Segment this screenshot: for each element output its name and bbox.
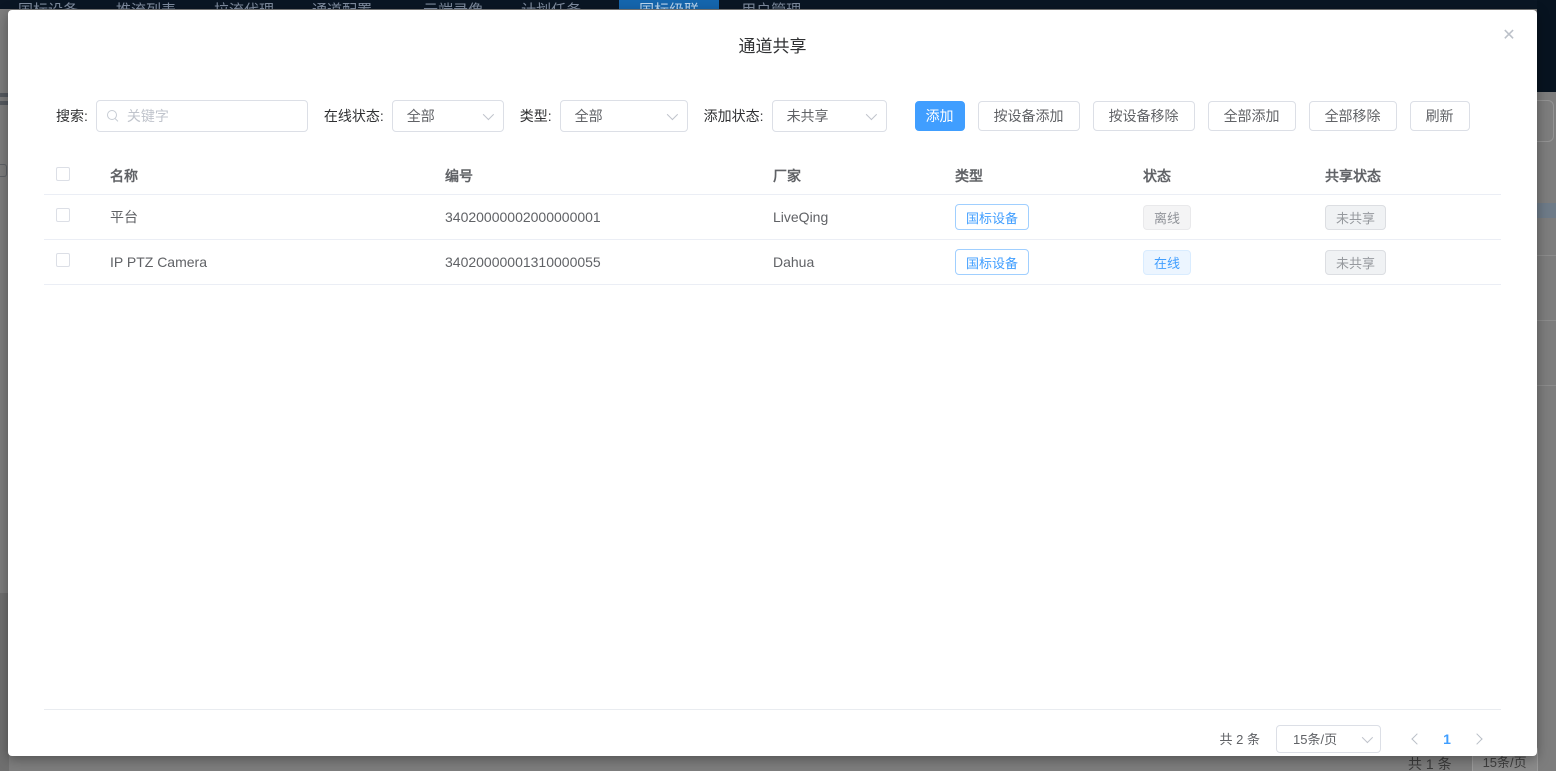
tab-label: 通道配置 [312, 2, 372, 9]
close-icon[interactable]: ✕ [1497, 24, 1521, 48]
row-checkbox[interactable] [56, 253, 70, 267]
search-icon [107, 110, 119, 122]
cell-code: 34020000002000000001 [445, 209, 773, 225]
status-badge: 在线 [1143, 250, 1191, 275]
select-all-checkbox[interactable] [56, 167, 70, 181]
channel-share-dialog: ✕ 通道共享 搜索: 关键字 在线状态: 全部 类型: 全部 添加状态: 未共享… [8, 10, 1537, 756]
underlay-left-marks [0, 93, 8, 109]
search-label: 搜索: [56, 106, 88, 126]
add-all-button[interactable]: 全部添加 [1208, 101, 1296, 131]
tab-gb-cascade-active[interactable]: 国标级联 [619, 0, 719, 9]
chevron-down-icon [666, 109, 677, 120]
add-status-value: 未共享 [787, 106, 829, 126]
row-checkbox[interactable] [56, 208, 70, 222]
cell-name: 平台 [110, 207, 445, 227]
dialog-footer: 共 2 条 15条/页 1 [8, 709, 1537, 756]
column-header-status: 状态 [1143, 166, 1325, 186]
top-nav-bar: 国标设备 推流列表 拉流代理 通道配置 云端录像 计划任务 国标级联 用户管理 [0, 0, 1556, 9]
pagination: 共 2 条 15条/页 1 [8, 710, 1537, 756]
share-status-badge[interactable]: 未共享 [1325, 205, 1386, 230]
cell-vendor: LiveQing [773, 209, 955, 225]
tab-push-list[interactable]: 推流列表 [116, 0, 176, 9]
chevron-right-icon [1471, 733, 1482, 744]
column-header-share-status: 共享状态 [1325, 166, 1501, 186]
underlay-left-box [0, 164, 7, 177]
chevron-down-icon [865, 109, 876, 120]
column-header-type: 类型 [955, 166, 1143, 186]
online-status-select[interactable]: 全部 [392, 100, 504, 132]
refresh-button[interactable]: 刷新 [1410, 101, 1470, 131]
column-header-name: 名称 [110, 166, 445, 186]
underlay-row-line [1537, 255, 1556, 256]
page-size-select[interactable]: 15条/页 [1276, 725, 1381, 753]
total-count: 共 2 条 [1220, 729, 1260, 748]
add-status-select[interactable]: 未共享 [772, 100, 887, 132]
type-badge: 国标设备 [955, 249, 1029, 275]
prev-page-button[interactable] [1403, 725, 1431, 753]
type-select[interactable]: 全部 [560, 100, 688, 132]
add-by-device-button[interactable]: 按设备添加 [978, 101, 1080, 131]
channels-table: 名称 编号 厂家 类型 状态 共享状态 平台 34020000002000000… [44, 158, 1501, 285]
online-status-label: 在线状态: [324, 106, 384, 126]
cell-code: 34020000001310000055 [445, 254, 773, 270]
chevron-left-icon [1411, 733, 1422, 744]
type-label: 类型: [520, 106, 552, 126]
underlay-navy-strip [1537, 0, 1556, 92]
tab-plan-task[interactable]: 计划任务 [521, 0, 581, 9]
type-badge: 国标设备 [955, 204, 1029, 230]
next-page-button[interactable] [1463, 725, 1491, 753]
tab-pull-proxy[interactable]: 拉流代理 [214, 0, 274, 9]
underlay-row-line [1537, 385, 1556, 386]
tab-gb-devices[interactable]: 国标设备 [18, 0, 78, 9]
filter-bar: 搜索: 关键字 在线状态: 全部 类型: 全部 添加状态: 未共享 添加 按设备… [8, 100, 1537, 132]
tab-channel-config[interactable]: 通道配置 [312, 0, 385, 9]
page-number[interactable]: 1 [1431, 731, 1463, 747]
table-row: IP PTZ Camera 34020000001310000055 Dahua… [44, 240, 1501, 285]
remove-by-device-button[interactable]: 按设备移除 [1093, 101, 1195, 131]
underlay-row-line [1537, 320, 1556, 321]
tab-cloud-record[interactable]: 云端录像 [423, 0, 483, 9]
online-status-value: 全部 [407, 106, 435, 126]
page-size-value: 15条/页 [1293, 729, 1337, 748]
share-status-badge[interactable]: 未共享 [1325, 250, 1386, 275]
add-status-label: 添加状态: [704, 106, 764, 126]
underlay-row-band [1537, 203, 1556, 218]
cell-name: IP PTZ Camera [110, 254, 445, 270]
table-header-row: 名称 编号 厂家 类型 状态 共享状态 [44, 158, 1501, 195]
column-header-code: 编号 [445, 166, 773, 186]
tab-user-manage[interactable]: 用户管理 [741, 0, 801, 9]
status-badge: 离线 [1143, 205, 1191, 230]
chevron-down-icon [483, 109, 494, 120]
remove-all-button[interactable]: 全部移除 [1309, 101, 1397, 131]
cell-vendor: Dahua [773, 254, 955, 270]
search-placeholder: 关键字 [127, 106, 169, 126]
chevron-down-icon [1362, 731, 1373, 742]
add-button[interactable]: 添加 [915, 101, 965, 131]
dialog-title: 通道共享 [8, 32, 1537, 57]
search-input[interactable]: 关键字 [96, 100, 308, 132]
type-value: 全部 [575, 106, 603, 126]
chevron-down-icon [375, 8, 385, 9]
table-row: 平台 34020000002000000001 LiveQing 国标设备 离线… [44, 195, 1501, 240]
column-header-vendor: 厂家 [773, 166, 955, 186]
